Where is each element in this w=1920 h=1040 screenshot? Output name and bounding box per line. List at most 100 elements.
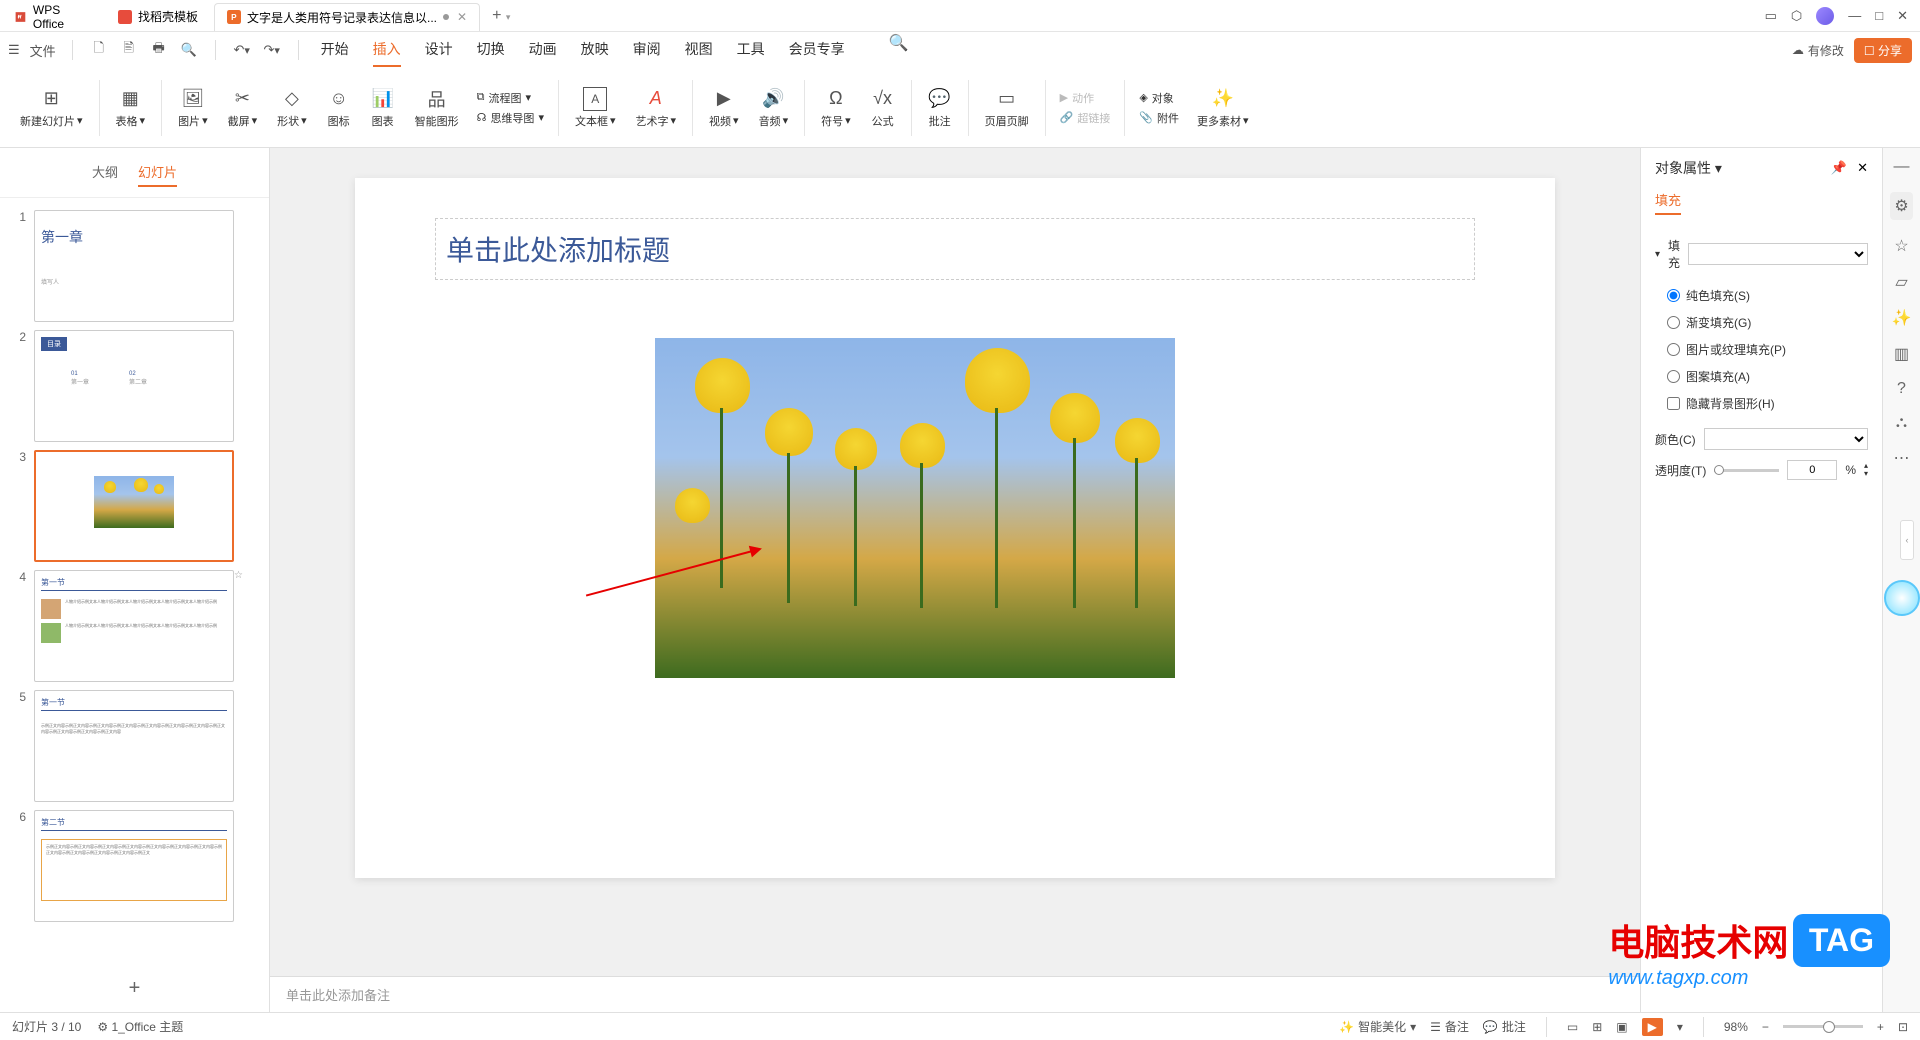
view-reading-icon[interactable]: ▣ [1616,1020,1627,1034]
close-window-button[interactable]: ✕ [1897,8,1908,24]
avatar-icon[interactable] [1816,7,1834,25]
fill-preset-select[interactable] [1688,243,1868,265]
close-panel-icon[interactable]: ✕ [1857,160,1868,175]
tab-design[interactable]: 设计 [425,33,453,67]
share-button[interactable]: ☐ 分享 [1854,38,1912,63]
object-button[interactable]: ◈ 对象 [1139,90,1179,106]
more-icon[interactable]: ⋯ [1894,448,1910,468]
icon-button[interactable]: ☺图标 [319,87,359,129]
layout-icon[interactable]: ▥ [1894,344,1909,364]
tab-transition[interactable]: 切换 [477,33,505,67]
print-icon[interactable]: 🖶 [149,40,169,60]
color-select[interactable] [1704,428,1868,450]
slide-canvas[interactable]: 单击此处添加标题 [270,148,1640,976]
tab-insert[interactable]: 插入 [373,33,401,67]
notes-toggle[interactable]: ☰ 备注 [1430,1018,1469,1035]
add-slide-button[interactable]: + [0,965,269,1012]
tab-view[interactable]: 视图 [685,33,713,67]
redo-icon[interactable]: ↷ ▾ [262,40,282,60]
beautify-button[interactable]: ✨ 智能美化 ▾ [1339,1018,1416,1035]
collapse-panel-icon[interactable]: ‹ [1900,520,1914,560]
ai-icon[interactable]: ⚙ [1890,192,1912,220]
minimize-button[interactable]: — [1848,8,1861,23]
fit-icon[interactable]: ⊡ [1898,1020,1908,1034]
shape-button[interactable]: ◇形状 ▾ [269,87,315,129]
maximize-button[interactable]: □ [1875,8,1883,23]
zoom-out-icon[interactable]: − [1762,1020,1769,1034]
table-button[interactable]: ▦表格 ▾ [108,87,154,129]
solid-fill-radio[interactable]: 纯色填充(S) [1667,287,1868,304]
picture-fill-radio[interactable]: 图片或纹理填充(P) [1667,341,1868,358]
collapse-icon[interactable]: — [1894,158,1910,176]
slideshow-icon[interactable]: ▶ [1642,1018,1663,1036]
help-icon[interactable]: ? [1897,380,1906,398]
theme-indicator[interactable]: ⚙ 1_Office 主题 [97,1018,183,1035]
slide-item-1[interactable]: 1 第一章填写人 [0,206,269,326]
tab-tools[interactable]: 工具 [737,33,765,67]
outline-tab[interactable]: 大纲 [92,158,118,187]
picture-button[interactable]: 🖼图片 ▾ [170,87,216,129]
gradient-fill-radio[interactable]: 渐变填充(G) [1667,314,1868,331]
zoom-in-icon[interactable]: + [1877,1020,1884,1034]
tab-templates[interactable]: 找稻壳模板 [106,3,210,31]
tab-review[interactable]: 审阅 [633,33,661,67]
close-tab-icon[interactable]: ✕ [457,10,467,24]
fill-tab[interactable]: 填充 [1655,190,1681,215]
notes-area[interactable]: 单击此处添加备注 [270,976,1640,1012]
slide-item-4[interactable]: 4 第一节人物介绍示例文本人物介绍示例文本人物介绍示例文本人物介绍示例文本人物介… [0,566,269,686]
audio-button[interactable]: 🔊音频 ▾ [751,87,797,129]
view-normal-icon[interactable]: ▭ [1567,1020,1578,1034]
menu-icon[interactable]: ☰ [8,42,20,58]
stepper-icon[interactable]: ▴▾ [1864,462,1868,478]
save-icon[interactable]: 🗋 [89,40,109,60]
export-icon[interactable]: 🖹 [119,40,139,60]
preview-icon[interactable]: 🔍 [179,40,199,60]
file-menu[interactable]: 文件 [30,41,56,60]
video-button[interactable]: ▶视频 ▾ [701,87,747,129]
hide-bg-checkbox[interactable]: 隐藏背景图形(H) [1667,395,1868,412]
modified-indicator[interactable]: ☁有修改 [1792,42,1844,59]
star-icon[interactable]: ☆ [1894,236,1908,256]
panel-icon[interactable]: ▭ [1765,8,1777,24]
title-placeholder[interactable]: 单击此处添加标题 [435,218,1475,280]
mindmap-button[interactable]: ☊ 思维导图 ▾ [477,110,544,126]
screenshot-button[interactable]: ✂截屏 ▾ [220,87,266,129]
page-indicator[interactable]: 幻灯片 3 / 10 [12,1018,81,1035]
magic-icon[interactable]: ✨ [1892,308,1912,328]
zoom-value[interactable]: 98% [1724,1020,1748,1034]
symbol-button[interactable]: Ω符号 ▾ [813,87,859,129]
hyperlink-button[interactable]: 🔗 超链接 [1060,110,1111,126]
flowchart-button[interactable]: ⧉ 流程图 ▾ [477,90,544,106]
pin-icon[interactable]: 📌 [1831,160,1847,175]
tab-animation[interactable]: 动画 [529,33,557,67]
smartart-button[interactable]: 品智能图形 [407,87,467,129]
zoom-slider[interactable] [1783,1025,1863,1028]
wordart-button[interactable]: A艺术字 ▾ [628,87,685,129]
slide-item-5[interactable]: 5 第一节示例正文内容示例正文内容示例正文内容示例正文内容示例正文内容示例正文内… [0,686,269,806]
tab-home[interactable]: WPS Office [2,3,102,31]
tab-start[interactable]: 开始 [321,33,349,67]
pattern-fill-radio[interactable]: 图案填充(A) [1667,368,1868,385]
slide-item-2[interactable]: 2 目录01第一章02第二章 [0,326,269,446]
search-icon[interactable]: 🔍 [889,33,909,53]
headerfooter-button[interactable]: ▭页眉页脚 [977,87,1037,129]
new-tab-button[interactable]: + ▾ [482,7,520,25]
comments-toggle[interactable]: 💬 批注 [1483,1018,1526,1035]
more-button[interactable]: ✨更多素材 ▾ [1189,87,1257,129]
slide-item-6[interactable]: 6 第二节示例正文内容示例正文内容示例正文内容示例正文内容示例正文内容示例正文内… [0,806,269,926]
transparency-input[interactable] [1787,460,1837,480]
tab-slideshow[interactable]: 放映 [581,33,609,67]
tab-member[interactable]: 会员专享 [789,33,845,67]
slides-tab[interactable]: 幻灯片 [138,158,177,187]
new-slide-button[interactable]: ⊞新建幻灯片 ▾ [12,87,91,129]
action-button[interactable]: ▶ 动作 [1060,90,1111,106]
settings-icon[interactable]: ⛬ [1896,414,1907,432]
comment-button[interactable]: 💬批注 [920,87,960,129]
slideshow-dropdown-icon[interactable]: ▾ [1677,1020,1683,1034]
view-sorter-icon[interactable]: ⊞ [1592,1020,1602,1034]
layers-icon[interactable]: ▱ [1895,272,1907,292]
cube-icon[interactable]: ⬡ [1791,8,1802,24]
attach-button[interactable]: 📎 附件 [1139,110,1179,126]
undo-icon[interactable]: ↶ ▾ [232,40,252,60]
chart-button[interactable]: 📊图表 [363,87,403,129]
